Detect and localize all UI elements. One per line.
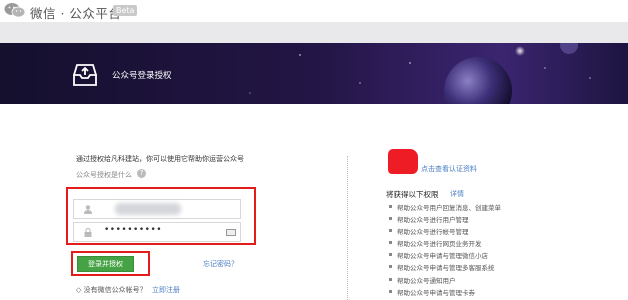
wechat-logo-icon[interactable] — [4, 2, 26, 18]
keyboard-icon[interactable] — [226, 229, 236, 236]
login-authorize-button[interactable]: 登录并授权 — [77, 256, 134, 272]
list-item: 帮助公众号通知用户 — [388, 275, 501, 287]
permissions-detail-link[interactable]: 详情 — [450, 189, 464, 199]
list-item: 帮助公众号申请与管理卡券 — [388, 287, 501, 299]
brand-title[interactable]: 微信 · 公众平台 — [30, 3, 121, 22]
list-item: 帮助公众号申请与管理微信小店 — [388, 250, 501, 262]
forgot-password-link[interactable]: 忘记密码？ — [203, 259, 238, 269]
username-field[interactable] — [73, 199, 241, 219]
list-item: 帮助公众号申请与管理多客服系统 — [388, 262, 501, 274]
beta-badge: Beta — [113, 5, 138, 16]
list-item: 帮助公众号进行用户管理 — [388, 214, 501, 226]
what-is-auth-link[interactable]: 公众号授权是什么 — [76, 170, 132, 180]
password-field[interactable]: •••••••••• — [73, 222, 241, 242]
top-bar: 微信 · 公众平台 Beta — [0, 0, 628, 22]
user-icon — [84, 205, 92, 214]
column-divider — [347, 156, 348, 300]
inbox-upload-icon — [73, 64, 97, 86]
list-item: 帮助公众号进行帐号管理 — [388, 226, 501, 238]
view-verification-link[interactable]: 点击查看认证资料 — [421, 164, 477, 174]
password-value: •••••••••• — [104, 225, 163, 235]
no-account-text: ◇ 没有微信公众帐号？ — [76, 286, 147, 294]
auth-intro-text: 通过授权给凡科建站，你可以使用它帮助你运营公众号 — [76, 155, 244, 163]
register-link[interactable]: 立即注册 — [152, 285, 180, 295]
permissions-title: 将获得以下权限 — [386, 190, 439, 199]
list-item: 帮助公众号用户回复消息、创建菜单 — [388, 202, 501, 214]
permissions-list: 帮助公众号用户回复消息、创建菜单 帮助公众号进行用户管理 帮助公众号进行帐号管理… — [388, 202, 501, 299]
question-circle-icon[interactable]: ? — [137, 169, 146, 178]
list-item: 帮助公众号进行网页业务开发 — [388, 238, 501, 250]
header-strip — [0, 22, 628, 43]
page-title: 公众号登录授权 — [112, 71, 172, 81]
username-value-redacted — [115, 203, 181, 215]
redacted-avatar — [388, 149, 418, 174]
lock-icon — [84, 228, 92, 237]
